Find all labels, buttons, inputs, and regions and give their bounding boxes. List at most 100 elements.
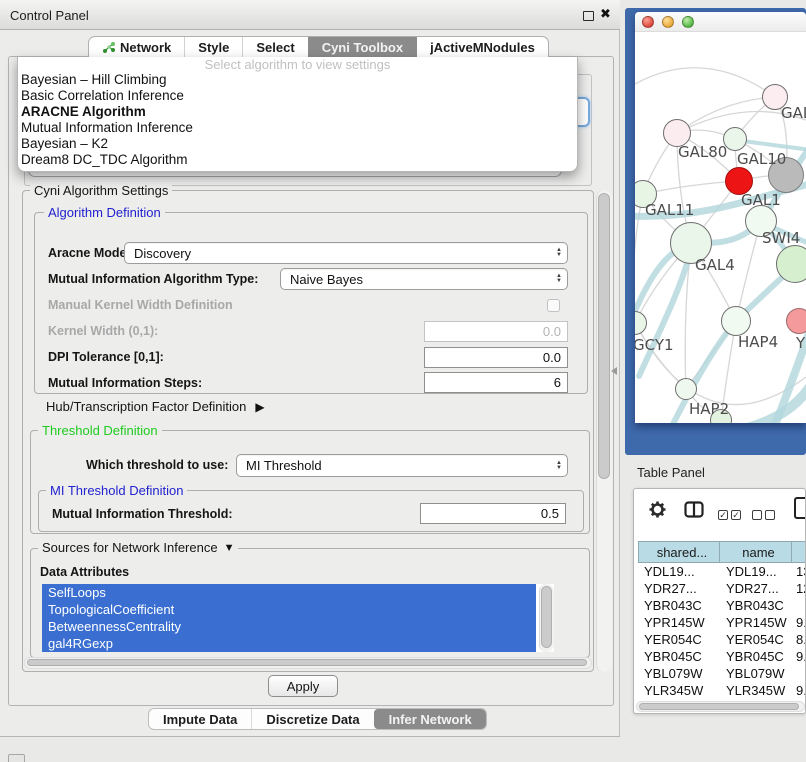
zoom-traffic-light[interactable] [682, 16, 694, 28]
cyni-settings-title: Cyni Algorithm Settings [30, 183, 172, 198]
network-node[interactable] [675, 378, 697, 400]
sources-title[interactable]: Sources for Network Inference [38, 540, 238, 555]
network-canvas[interactable]: GALGAL80GAL10GAL11GAL1SWI4GAL4GCY1HAP4YH… [635, 32, 806, 423]
dropdown-item[interactable]: Bayesian – Hill Climbing [18, 72, 577, 88]
network-node-label: GCY1 [635, 336, 674, 354]
mi-steps-field[interactable]: 6 [424, 372, 568, 393]
table-cell: YBL079W [720, 665, 792, 682]
table-cell: YBR045C [720, 648, 792, 665]
manual-kernel-label: Manual Kernel Width Definition [48, 298, 233, 312]
table-cell: YDR27... [720, 580, 792, 597]
settings-scrollbar-thumb[interactable] [598, 193, 610, 479]
tab-label: Infer Network [389, 712, 472, 727]
mi-threshold-label: Mutual Information Threshold: [52, 507, 233, 521]
dropdown-item[interactable]: Dream8 DC_TDC Algorithm [18, 152, 577, 168]
dropdown-item[interactable]: Bayesian – K2 [18, 136, 577, 152]
network-node[interactable] [776, 245, 806, 283]
tab-jactivemnodules[interactable]: jActiveMNodules [416, 37, 548, 58]
column-header[interactable]: A [792, 541, 806, 563]
table-row[interactable]: YER054CYER054C8. [638, 631, 806, 648]
table-row[interactable]: YLR345WYLR345W9. [638, 682, 806, 699]
close-traffic-light[interactable] [642, 16, 654, 28]
network-node-label: GAL4 [695, 256, 735, 274]
close-icon[interactable] [600, 6, 611, 22]
settings-hscrollbar-thumb[interactable] [27, 659, 587, 666]
tab-network[interactable]: Network [89, 37, 184, 58]
network-node-label: SWI4 [762, 229, 800, 247]
split-columns-icon[interactable] [684, 501, 704, 518]
network-window-titlebar[interactable] [635, 12, 806, 32]
minimized-panel-icon[interactable] [8, 754, 25, 762]
attribute-item-selected[interactable]: gal4RGexp [42, 635, 536, 652]
table-cell: 13 [792, 563, 806, 580]
table-row[interactable]: YBR045CYBR045C9. [638, 648, 806, 665]
settings-scrollbar-track[interactable] [596, 190, 612, 672]
table-cell: 9. [792, 614, 806, 631]
table-row[interactable]: YDR27...YDR27...12 [638, 580, 806, 597]
app-screen: Control Panel Network Style Select Cyni … [0, 0, 806, 762]
apply-label: Apply [287, 679, 320, 694]
table-cell: YER054C [638, 631, 720, 648]
kernel-width-value: 0.0 [543, 324, 561, 339]
table-hscrollbar-track[interactable] [636, 701, 805, 712]
mi-type-label: Mutual Information Algorithm Type: [48, 272, 258, 286]
table-cell: 9. [792, 648, 806, 665]
apply-button[interactable]: Apply [268, 675, 338, 697]
list-scrollbar-track[interactable] [539, 584, 554, 652]
dropdown-item[interactable]: Mutual Information Inference [18, 120, 577, 136]
splitter-arrow-icon[interactable] [611, 367, 617, 375]
tab-impute-data[interactable]: Impute Data [149, 709, 251, 729]
hub-definition-toggle[interactable]: Hub/Transcription Factor Definition [46, 399, 265, 414]
tab-style[interactable]: Style [184, 37, 242, 58]
table-cell [792, 597, 806, 614]
show-columns-icon[interactable] [718, 506, 744, 524]
settings-hscrollbar-track[interactable] [24, 657, 592, 669]
tab-cyni-toolbox[interactable]: Cyni Toolbox [308, 37, 416, 58]
network-window[interactable]: GALGAL80GAL10GAL11GAL1SWI4GAL4GCY1HAP4YH… [635, 12, 806, 423]
attribute-item-selected[interactable]: SelfLoops [42, 584, 536, 601]
dpi-tolerance-field[interactable]: 0.0 [424, 347, 568, 368]
dropdown-item[interactable]: Basic Correlation Inference [18, 88, 577, 104]
table-cell: YER054C [720, 631, 792, 648]
tab-infer-network[interactable]: Infer Network [374, 709, 486, 729]
checked-box-icon [718, 510, 728, 520]
table-cell: YBR045C [638, 648, 720, 665]
table-row[interactable]: YBR043CYBR043C [638, 597, 806, 614]
list-scrollbar-thumb[interactable] [541, 586, 552, 648]
control-panel: Control Panel Network Style Select Cyni … [0, 0, 620, 737]
table-doc-icon[interactable] [794, 497, 806, 519]
network-node[interactable] [786, 308, 806, 334]
table-row[interactable]: YPR145WYPR145W9. [638, 614, 806, 631]
column-header[interactable]: shared... [638, 541, 720, 563]
dpi-tolerance-label: DPI Tolerance [0,1]: [48, 350, 164, 364]
column-header[interactable]: name [720, 541, 792, 563]
kernel-width-field[interactable]: 0.0 [424, 321, 568, 342]
hub-definition-label: Hub/Transcription Factor Definition [46, 399, 246, 414]
mi-type-select[interactable]: Naive Bayes [280, 268, 568, 290]
which-threshold-select[interactable]: MI Threshold [236, 454, 568, 477]
dropdown-item-aracne[interactable]: ARACNE Algorithm [18, 104, 577, 120]
tab-discretize-data[interactable]: Discretize Data [251, 709, 373, 729]
attribute-item-selected[interactable]: BetweennessCentrality [42, 618, 536, 635]
network-node-label: GAL11 [645, 201, 694, 219]
table-body: YDL19...YDL19...13YDR27...YDR27...12YBR0… [638, 563, 806, 701]
network-node[interactable] [721, 306, 751, 336]
table-header: shared... name A [638, 541, 806, 563]
table-row[interactable]: YDL19...YDL19...13 [638, 563, 806, 580]
mi-threshold-field[interactable]: 0.5 [420, 503, 566, 524]
gear-icon[interactable] [648, 500, 667, 519]
tab-label: Impute Data [163, 712, 237, 727]
table-cell: YBR043C [638, 597, 720, 614]
data-attributes-list: SelfLoops TopologicalCoefficient Between… [42, 584, 554, 652]
minimize-traffic-light[interactable] [662, 16, 674, 28]
attribute-item-selected[interactable]: TopologicalCoefficient [42, 601, 536, 618]
expand-right-icon [255, 400, 264, 414]
tab-select[interactable]: Select [242, 37, 307, 58]
aracne-mode-select[interactable]: Discovery [124, 242, 568, 264]
manual-kernel-checkbox[interactable] [547, 299, 560, 312]
table-row[interactable]: YBL079WYBL079W [638, 665, 806, 682]
hide-columns-icon[interactable] [752, 506, 778, 524]
aracne-mode-value: Discovery [125, 246, 551, 261]
table-hscrollbar-thumb[interactable] [639, 703, 799, 710]
float-window-icon[interactable] [583, 11, 594, 21]
